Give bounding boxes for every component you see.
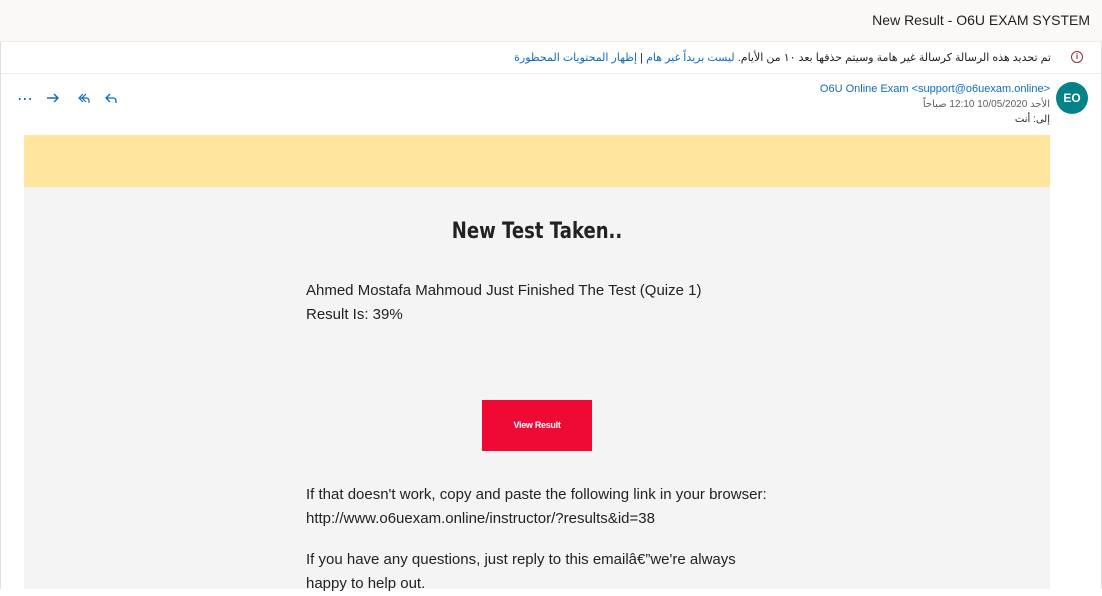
sender-address[interactable]: O6U Online Exam <support@o6uexam.online>	[820, 83, 1050, 95]
junk-notice-text: تم تحديد هذه الرسالة كرسالة غير هامة وسي…	[514, 51, 1051, 64]
more-icon[interactable]: ⋯	[15, 90, 35, 110]
message-header: EO O6U Online Exam <support@o6uexam.onli…	[1, 74, 1101, 134]
forward-icon[interactable]	[43, 90, 63, 110]
fallback-link-text[interactable]: If that doesn't work, copy and paste the…	[306, 483, 776, 531]
view-result-button[interactable]: View Result	[482, 400, 592, 451]
junk-notice-message: تم تحديد هذه الرسالة كرسالة غير هامة وسي…	[737, 52, 1051, 64]
reply-icon[interactable]	[101, 90, 121, 110]
result-line-student: Ahmed Mostafa Mahmoud Just Finished The …	[306, 282, 702, 299]
not-junk-link[interactable]: ليست بريداً غير هام	[646, 52, 735, 64]
email-body: New Test Taken.. Ahmed Mostafa Mahmoud J…	[24, 135, 1050, 592]
result-line-score: Result Is: 39%	[306, 306, 403, 323]
window-title: New Result - O6U EXAM SYSTEM	[872, 12, 1090, 28]
avatar[interactable]: EO	[1056, 82, 1088, 114]
reading-pane: i تم تحديد هذه الرسالة كرسالة غير هامة و…	[0, 42, 1102, 592]
reply-all-icon[interactable]	[73, 90, 93, 110]
junk-notice-bar: i تم تحديد هذه الرسالة كرسالة غير هامة و…	[1, 42, 1101, 74]
info-circle-icon: i	[1071, 51, 1083, 63]
email-heading: New Test Taken..	[451, 219, 623, 244]
recipient-line: إلى: أنت	[1015, 114, 1050, 125]
to-value[interactable]: أنت	[1015, 114, 1030, 125]
header-band	[24, 135, 1050, 187]
link-separator: |	[640, 52, 643, 64]
window-title-bar: New Result - O6U EXAM SYSTEM	[0, 0, 1102, 42]
show-blocked-content-link[interactable]: إظهار المحتويات المحظورة	[514, 52, 637, 64]
to-label: إلى:	[1033, 114, 1050, 125]
result-summary: Ahmed Mostafa Mahmoud Just Finished The …	[306, 279, 776, 327]
message-date: الأحد 10/05/2020 12:10 صباحاً	[922, 99, 1050, 110]
